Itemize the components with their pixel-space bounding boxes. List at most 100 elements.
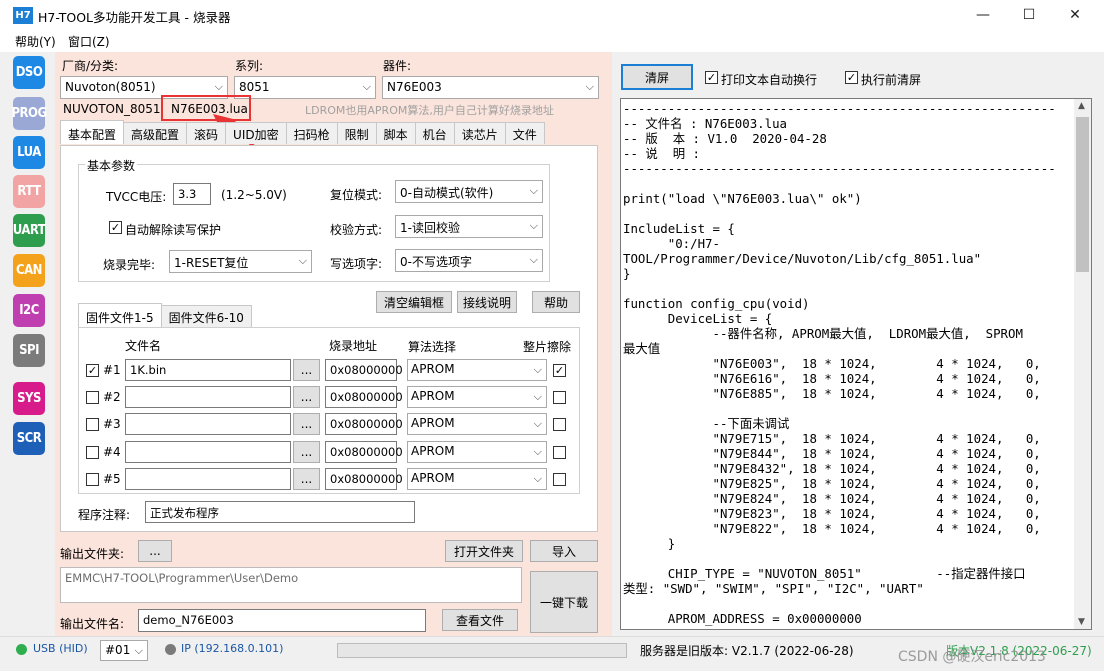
tab-1[interactable]: 高级配置 — [123, 122, 188, 144]
erase-checkbox[interactable] — [553, 391, 566, 404]
tab-0[interactable]: 基本配置 — [60, 120, 125, 144]
chip-label: 器件: — [383, 59, 412, 73]
series-select[interactable]: 8051 ⌵ — [234, 76, 376, 99]
sidebar-dso-button[interactable]: DSO — [13, 56, 45, 89]
verify-select[interactable]: 1-读回校验 ⌵ — [395, 215, 543, 238]
file-row-checkbox[interactable] — [86, 473, 99, 486]
algo-select-value: APROM — [411, 362, 455, 376]
file-browse-button[interactable]: ... — [293, 359, 320, 381]
scroll-up-icon[interactable]: ▲ — [1078, 101, 1085, 111]
algo-select[interactable]: APROM ⌵ — [407, 359, 547, 381]
address-input[interactable]: 0x08000000 — [325, 386, 403, 408]
file-name-input[interactable]: 1K.bin — [125, 359, 291, 381]
algo-select[interactable]: APROM ⌵ — [407, 386, 547, 408]
file-tabs: 固件文件1-5 固件文件6-10 — [78, 303, 252, 327]
sidebar-can-button[interactable]: CAN — [13, 254, 45, 287]
sidebar-lua-button[interactable]: LUA — [13, 136, 45, 169]
scroll-down-icon[interactable]: ▼ — [1078, 617, 1085, 627]
open-folder-button[interactable]: 打开文件夹 — [445, 540, 523, 562]
chip-select-value: N76E003 — [387, 80, 442, 94]
algo-select[interactable]: APROM ⌵ — [407, 413, 547, 435]
algo-select[interactable]: APROM ⌵ — [407, 441, 547, 463]
one-key-download-button[interactable]: 一键下载 — [530, 571, 598, 633]
menu-help[interactable]: 帮助(Y) — [15, 33, 56, 50]
file-row-number: #1 — [103, 363, 121, 377]
output-name-input[interactable]: demo_N76E003 — [138, 609, 426, 632]
tab-8[interactable]: 读芯片 — [453, 122, 506, 144]
sidebar-uart-button[interactable]: UART — [13, 214, 46, 247]
sidebar-spi-button[interactable]: SPI — [13, 334, 45, 367]
erase-checkbox[interactable] — [553, 446, 566, 459]
wiring-button[interactable]: 接线说明 — [457, 291, 517, 313]
file-row-checkbox[interactable] — [86, 391, 99, 404]
address-input[interactable]: 0x08000000 — [325, 468, 403, 490]
verify-label: 校验方式: — [330, 223, 383, 237]
clear-screen-button[interactable]: 清屏 — [621, 64, 693, 90]
import-button[interactable]: 导入 — [530, 540, 598, 562]
clear-before-checkbox[interactable]: ✓ — [845, 71, 858, 84]
tab-6[interactable]: 脚本 — [375, 122, 416, 144]
comment-label: 程序注释: — [78, 508, 131, 522]
tab-9[interactable]: 文件 — [504, 122, 545, 144]
tab-2[interactable]: 滚码 — [186, 122, 227, 144]
file-tab-0[interactable]: 固件文件1-5 — [78, 303, 162, 327]
sidebar-sys-button[interactable]: SYS — [13, 382, 45, 415]
file-browse-button[interactable]: ... — [293, 441, 320, 463]
erase-checkbox[interactable]: ✓ — [553, 364, 566, 377]
file-row-checkbox[interactable] — [86, 418, 99, 431]
file-tab-1[interactable]: 固件文件6-10 — [160, 305, 252, 327]
address-input[interactable]: 0x08000000 — [325, 359, 403, 381]
file-name-input[interactable] — [125, 386, 291, 408]
header-address: 烧录地址 — [329, 339, 378, 353]
reset-mode-select[interactable]: 0-自动模式(软件) ⌵ — [395, 180, 543, 203]
file-row-checkbox[interactable] — [86, 446, 99, 459]
file-name-input[interactable] — [125, 413, 291, 435]
minimize-button[interactable]: — — [960, 0, 1006, 30]
scroll-thumb[interactable] — [1076, 117, 1089, 272]
erase-checkbox[interactable] — [553, 418, 566, 431]
algo-select[interactable]: APROM ⌵ — [407, 468, 547, 490]
tab-4[interactable]: 扫码枪 — [285, 122, 338, 144]
header-algo: 算法选择 — [408, 340, 457, 354]
chevron-down-icon: ⌵ — [214, 80, 223, 93]
help-button[interactable]: 帮助 — [532, 291, 580, 313]
erase-checkbox[interactable] — [553, 473, 566, 486]
file-name-input[interactable] — [125, 468, 291, 490]
console-scrollbar[interactable]: ▲ ▼ — [1074, 99, 1091, 629]
console-output[interactable]: ----------------------------------------… — [620, 98, 1092, 630]
option-select[interactable]: 0-不写选项字 ⌵ — [395, 249, 543, 272]
clear-edit-button[interactable]: 清空编辑框 — [376, 291, 452, 313]
after-select-value: 1-RESET复位 — [174, 256, 249, 270]
chip-select[interactable]: N76E003 ⌵ — [382, 76, 599, 99]
output-folder-browse[interactable]: ... — [138, 540, 172, 562]
file-browse-button[interactable]: ... — [293, 413, 320, 435]
sidebar-scr-button[interactable]: SCR — [13, 422, 45, 455]
maximize-button[interactable]: ☐ — [1006, 0, 1052, 30]
tab-3[interactable]: UID加密 — [225, 122, 287, 144]
view-file-button[interactable]: 查看文件 — [442, 609, 518, 631]
comment-input[interactable]: 正式发布程序 — [145, 501, 415, 523]
file-browse-button[interactable]: ... — [293, 468, 320, 490]
file-name-input[interactable] — [125, 441, 291, 463]
menu-window[interactable]: 窗口(Z) — [68, 33, 110, 50]
tvcc-input[interactable]: 3.3 — [173, 183, 211, 205]
series-select-value: 8051 — [239, 80, 270, 94]
tab-7[interactable]: 机台 — [414, 122, 455, 144]
tab-panel-basic: 基本参数 TVCC电压: 3.3 (1.2~5.0V) ✓ 自动解除读写保护 烧… — [60, 145, 598, 532]
auto-wrap-checkbox[interactable]: ✓ — [705, 71, 718, 84]
close-button[interactable]: ✕ — [1052, 0, 1098, 30]
after-select[interactable]: 1-RESET复位 ⌵ — [169, 250, 312, 273]
watermark: CSDN @硬汉eric2013 — [898, 649, 1046, 665]
auto-unlock-checkbox[interactable]: ✓ — [109, 221, 122, 234]
address-input[interactable]: 0x08000000 — [325, 413, 403, 435]
sidebar: DSO PROG LUA RTT UART CAN I2C SPI SYS SCR — [7, 52, 51, 462]
tab-5[interactable]: 限制 — [336, 122, 377, 144]
sidebar-i2c-button[interactable]: I2C — [13, 294, 45, 327]
sidebar-prog-button[interactable]: PROG — [11, 97, 47, 130]
file-browse-button[interactable]: ... — [293, 386, 320, 408]
file-row-checkbox[interactable]: ✓ — [86, 364, 99, 377]
sidebar-rtt-button[interactable]: RTT — [13, 175, 45, 208]
device-number-select[interactable]: #01 ⌵ — [100, 640, 148, 661]
address-input[interactable]: 0x08000000 — [325, 441, 403, 463]
auto-wrap-label: 打印文本自动换行 — [721, 73, 818, 87]
